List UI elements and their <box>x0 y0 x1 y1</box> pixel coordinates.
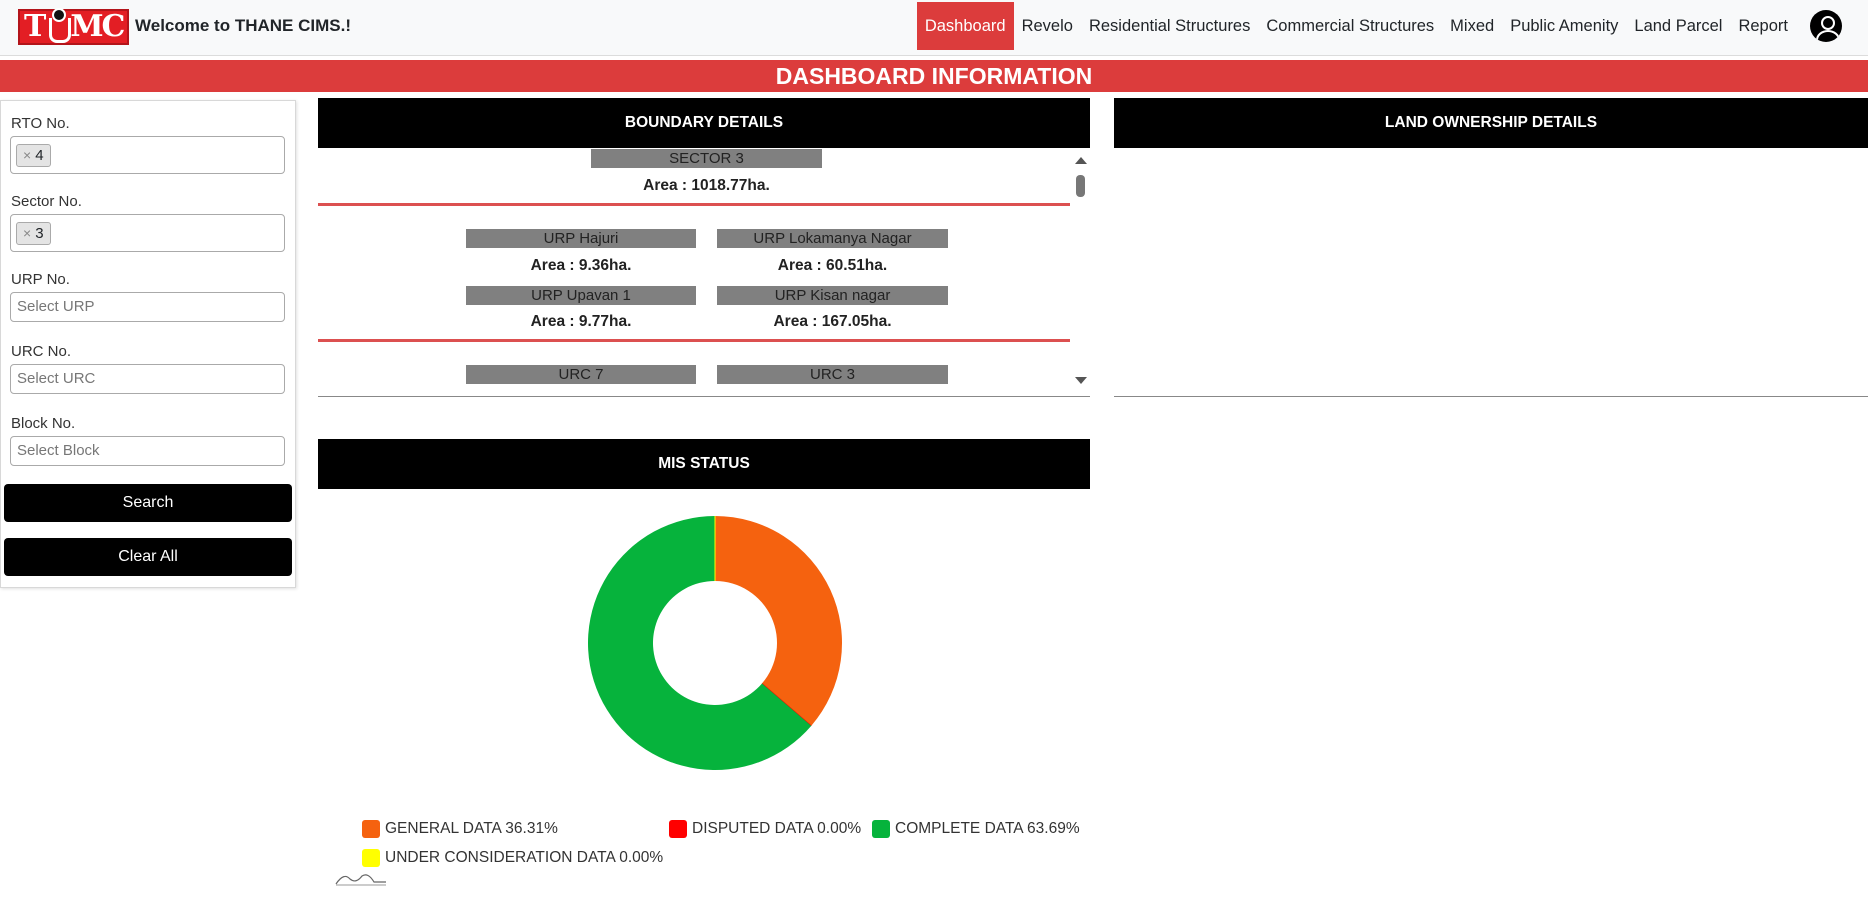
urp-tag: URP Hajuri <box>466 229 696 248</box>
section-divider <box>318 203 1070 206</box>
nav-land-parcel[interactable]: Land Parcel <box>1626 2 1730 50</box>
rto-chip-value: 4 <box>35 147 44 164</box>
urp-select[interactable]: Select URP <box>10 292 285 322</box>
main-nav: Dashboard Revelo Residential Structures … <box>916 0 1868 52</box>
legend-swatch <box>872 820 890 838</box>
urp-area: Area : 9.36ha. <box>530 257 632 274</box>
legend-item[interactable]: DISPUTED DATA 0.00% <box>669 820 861 838</box>
legend-swatch <box>362 820 380 838</box>
block-select[interactable]: Select Block <box>10 436 285 466</box>
clear-all-button[interactable]: Clear All <box>4 538 292 576</box>
logo-figure-icon <box>45 8 72 43</box>
boundary-details-header: BOUNDARY DETAILS <box>318 98 1090 148</box>
legend-label: UNDER CONSIDERATION DATA 0.00% <box>385 849 664 866</box>
scroll-up-icon[interactable] <box>1075 157 1087 164</box>
urc-placeholder: Select URC <box>17 370 96 387</box>
legend-item[interactable]: UNDER CONSIDERATION DATA 0.00% <box>362 849 663 867</box>
sector-chip[interactable]: × 3 <box>16 222 51 245</box>
sector-label: Sector No. <box>11 193 82 210</box>
logo-mark: T MC <box>18 8 130 45</box>
nav-mixed[interactable]: Mixed <box>1442 2 1502 50</box>
legend-swatch <box>669 820 687 838</box>
sector-tag: SECTOR 3 <box>591 149 822 168</box>
sector-select[interactable]: × 3 <box>10 214 285 252</box>
legend-item[interactable]: GENERAL DATA 36.31% <box>362 820 558 838</box>
urp-placeholder: Select URP <box>17 298 95 315</box>
nav-report[interactable]: Report <box>1730 2 1796 50</box>
nav-public-amenity[interactable]: Public Amenity <box>1502 2 1626 50</box>
urp-label: URP No. <box>11 271 70 288</box>
remove-chip-icon[interactable]: × <box>23 225 31 241</box>
urp-tag: URP Kisan nagar <box>717 286 948 305</box>
urc-select[interactable]: Select URC <box>10 364 285 394</box>
land-ownership-header: LAND OWNERSHIP DETAILS <box>1114 98 1868 148</box>
block-placeholder: Select Block <box>17 442 100 459</box>
user-circle-icon[interactable] <box>1810 10 1842 42</box>
legend-label: DISPUTED DATA 0.00% <box>692 820 862 837</box>
scroll-thumb[interactable] <box>1076 175 1085 197</box>
scroll-down-icon[interactable] <box>1075 377 1087 384</box>
land-ownership-body <box>1114 148 1868 397</box>
urc-tag: URC 7 <box>466 365 696 384</box>
rto-chip[interactable]: × 4 <box>16 144 51 167</box>
mis-donut-chart <box>588 516 842 770</box>
urp-tag: URP Lokamanya Nagar <box>717 229 948 248</box>
urp-area: Area : 167.05ha. <box>773 313 892 330</box>
sector-chip-value: 3 <box>35 225 44 242</box>
remove-chip-icon[interactable]: × <box>23 147 31 163</box>
boundary-details-body: SECTOR 3 Area : 1018.77ha. URP Hajuri Ar… <box>318 148 1090 397</box>
legend-swatch <box>362 849 380 867</box>
urp-tag: URP Upavan 1 <box>466 286 696 305</box>
dashboard-title: DASHBOARD INFORMATION <box>0 60 1868 92</box>
sector-area: Area : 1018.77ha. <box>643 177 770 194</box>
nav-dashboard[interactable]: Dashboard <box>916 2 1014 50</box>
mis-status-header: MIS STATUS <box>318 439 1090 489</box>
top-navbar: T MC Welcome to THANE CIMS.! Dashboard Re… <box>0 0 1868 56</box>
urc-tag: URC 3 <box>717 365 948 384</box>
nav-commercial-structures[interactable]: Commercial Structures <box>1258 2 1442 50</box>
urp-area: Area : 9.77ha. <box>530 313 632 330</box>
nav-revelo[interactable]: Revelo <box>1014 2 1081 50</box>
block-label: Block No. <box>11 415 76 432</box>
legend-item[interactable]: COMPLETE DATA 63.69% <box>872 820 1080 838</box>
legend-label: COMPLETE DATA 63.69% <box>895 820 1080 837</box>
filter-panel: RTO No. × 4 Sector No. × 3 URP No. Select … <box>0 100 296 588</box>
rto-select[interactable]: × 4 <box>10 136 285 174</box>
tmc-logo[interactable]: T MC <box>18 8 130 45</box>
urc-label: URC No. <box>11 343 72 360</box>
legend-label: GENERAL DATA 36.31% <box>385 820 558 837</box>
boundary-scrollbar[interactable] <box>1070 148 1090 396</box>
nav-residential-structures[interactable]: Residential Structures <box>1081 2 1258 50</box>
slice-general-data[interactable] <box>715 516 842 726</box>
chart-sparkline-icon <box>335 874 386 886</box>
urp-area: Area : 60.51ha. <box>777 257 888 274</box>
section-divider <box>318 339 1070 342</box>
search-button[interactable]: Search <box>4 484 292 522</box>
welcome-text: Welcome to THANE CIMS.! <box>135 16 351 35</box>
rto-label: RTO No. <box>11 115 70 132</box>
